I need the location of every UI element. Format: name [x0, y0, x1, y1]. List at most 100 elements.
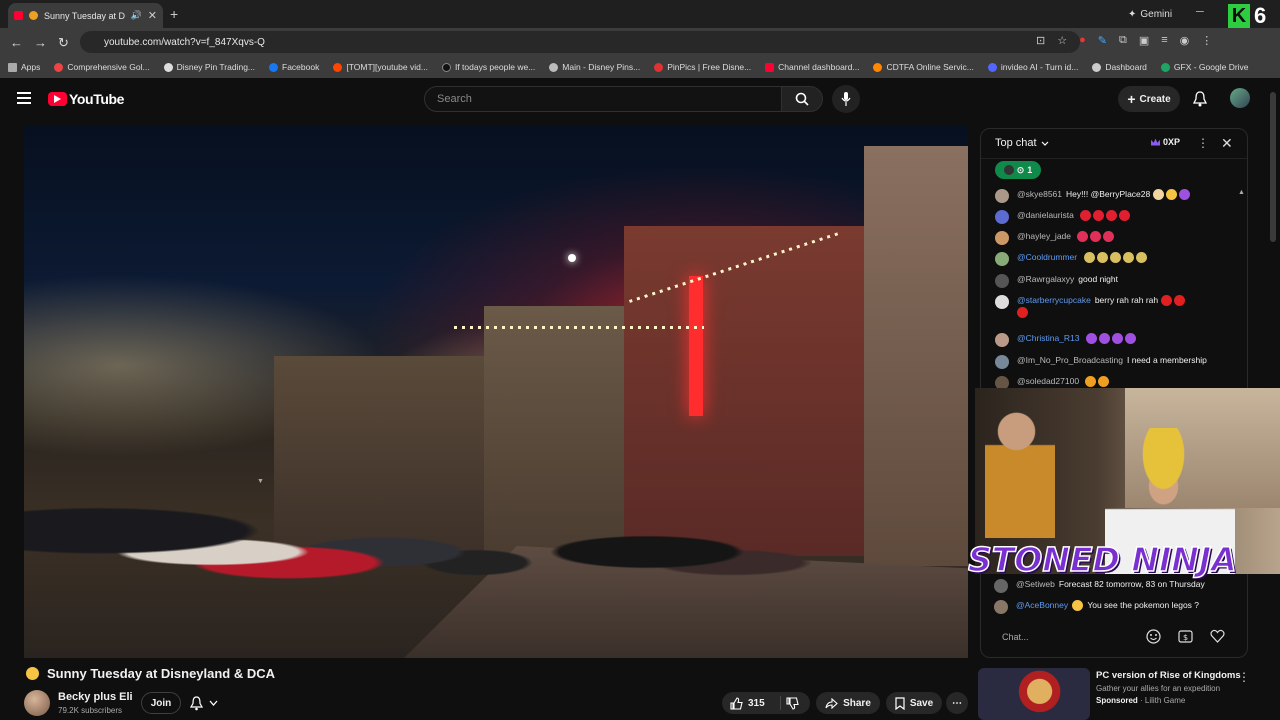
- bookmark-icon: [895, 696, 905, 710]
- chat-username[interactable]: @hayley_jade: [1017, 231, 1071, 241]
- chat-username[interactable]: @Rawrgalaxyy: [1017, 274, 1074, 284]
- menu-icon[interactable]: [17, 92, 31, 104]
- chat-username[interactable]: @Christina_R13: [1017, 333, 1080, 343]
- chat-username[interactable]: @danielaurista: [1017, 210, 1074, 220]
- url-bar[interactable]: youtube.com/watch?v=f_847Xqvs-Q: [80, 31, 1080, 53]
- bookmark-item[interactable]: Main - Disney Pins...: [549, 62, 640, 72]
- ad-title[interactable]: PC version of Rise of Kingdoms: [1096, 670, 1241, 681]
- chat-message: @Setiweb Forecast 82 tomorrow, 83 on Thur…: [994, 579, 1230, 593]
- ad-thumbnail[interactable]: [978, 668, 1090, 720]
- extension-red-icon[interactable]: ●: [1079, 34, 1086, 47]
- chat-username[interactable]: @starberrycupcake: [1017, 295, 1091, 305]
- thumbs-down-icon[interactable]: [786, 697, 799, 710]
- channel-avatar[interactable]: [24, 690, 50, 716]
- back-icon[interactable]: ←: [10, 35, 23, 50]
- youtube-header: YouTube Search + Create: [0, 80, 1280, 120]
- chat-username[interactable]: @Setiweb: [1016, 579, 1055, 589]
- reload-icon[interactable]: ↻: [58, 35, 69, 51]
- balloon-emoji-icon: [1106, 210, 1118, 222]
- browser-tab[interactable]: Sunny Tuesday at Disne 🔊 ✕: [8, 3, 163, 28]
- chat-message: @Rawrgalaxyy good night: [995, 274, 1231, 288]
- chat-more-icon[interactable]: ⋮: [1197, 136, 1209, 150]
- youtube-logo[interactable]: YouTube: [48, 91, 124, 107]
- chat-avatar: [995, 189, 1009, 203]
- chat-message: @AceBonney You see the pokemon legos ?: [994, 600, 1230, 614]
- heart-icon[interactable]: [1210, 629, 1225, 643]
- gemini-button[interactable]: ✦ Gemini: [1120, 5, 1180, 23]
- ad-more-icon[interactable]: ⋮: [1238, 670, 1250, 684]
- extension-translate-icon[interactable]: ✎: [1098, 34, 1107, 47]
- bookmark-favicon-icon: [1092, 62, 1102, 72]
- save-button[interactable]: Save: [886, 692, 942, 714]
- chat-messages: @skye8561 Hey!!! @BerryPlace28 @danielaur…: [981, 185, 1243, 391]
- chat-close-icon[interactable]: ✕: [1221, 135, 1233, 152]
- subscription-bell-button[interactable]: [190, 692, 230, 714]
- share-button[interactable]: Share: [816, 692, 880, 714]
- install-app-icon[interactable]: ⊡: [1036, 34, 1045, 47]
- tab-close-icon[interactable]: ✕: [148, 9, 157, 22]
- like-button[interactable]: 315: [722, 692, 810, 714]
- search-button[interactable]: [781, 86, 823, 112]
- sponsored-ad[interactable]: PC version of Rise of Kingdoms Gather yo…: [978, 668, 1250, 720]
- media-control-icon[interactable]: ≡: [1161, 34, 1167, 47]
- thumbs-up-icon: [730, 696, 743, 710]
- chat-scroll-down-icon[interactable]: ▼: [257, 478, 264, 485]
- bookmark-favicon-icon: [54, 62, 64, 72]
- bookmark-item[interactable]: PinPics | Free Disne...: [654, 62, 751, 72]
- chat-username[interactable]: @Im_No_Pro_Broadcasting: [1017, 355, 1123, 365]
- bookmark-item[interactable]: GFX - Google Drive: [1160, 62, 1249, 72]
- top-chat-dropdown[interactable]: Top chat: [995, 137, 1049, 149]
- xp-badge[interactable]: 0XP: [1151, 137, 1180, 147]
- emoji-icon[interactable]: [1146, 629, 1161, 644]
- bookmark-item[interactable]: Disney Pin Trading...: [163, 62, 255, 72]
- purple-heart-emoji-icon: [1085, 333, 1097, 345]
- face-emoji-icon: [1135, 252, 1147, 264]
- bookmark-star-icon[interactable]: ☆: [1057, 34, 1067, 47]
- chat-username[interactable]: @AceBonney: [1016, 600, 1068, 610]
- chat-username[interactable]: @skye8561: [1017, 189, 1062, 199]
- chat-header: Top chat 0XP ⋮ ✕: [981, 129, 1247, 159]
- new-tab-button[interactable]: +: [170, 6, 178, 22]
- chat-username[interactable]: @Cooldrummer: [1017, 252, 1077, 262]
- more-actions-button[interactable]: ⋯: [946, 692, 968, 714]
- account-avatar[interactable]: [1230, 88, 1250, 108]
- bookmark-item[interactable]: invideo AI - Turn id...: [987, 62, 1078, 72]
- join-button[interactable]: Join: [141, 692, 181, 714]
- bookmark-apps[interactable]: Apps: [8, 62, 40, 72]
- wave-emoji-icon: [1152, 189, 1164, 201]
- like-divider: [780, 696, 781, 710]
- channel-name[interactable]: Becky plus Eli: [58, 691, 133, 703]
- bookmark-item[interactable]: Dashboard: [1092, 62, 1147, 72]
- bookmark-item[interactable]: Comprehensive Gol...: [54, 62, 150, 72]
- top-chat-label: Top chat: [995, 137, 1037, 149]
- chat-input[interactable]: Chat...: [994, 626, 1134, 648]
- sponsored-label: Sponsored: [1096, 696, 1138, 705]
- speaker-icon[interactable]: 🔊: [131, 10, 142, 21]
- extensions-puzzle-icon[interactable]: ⧉: [1119, 34, 1127, 47]
- bookmark-favicon-icon: [987, 62, 997, 72]
- voice-search-button[interactable]: [832, 85, 860, 113]
- save-label: Save: [909, 697, 934, 709]
- video-player[interactable]: [24, 126, 968, 658]
- minimize-button[interactable]: –: [1196, 2, 1204, 18]
- share-label: Share: [843, 697, 871, 709]
- side-panel-icon[interactable]: ▣: [1139, 34, 1149, 47]
- bookmark-item[interactable]: CDTFA Online Servic...: [873, 62, 974, 72]
- forward-icon[interactable]: →: [34, 35, 47, 50]
- super-chat-icon[interactable]: $: [1178, 629, 1193, 644]
- browser-menu-icon[interactable]: ⋮: [1201, 34, 1212, 47]
- gemini-label: Gemini: [1140, 8, 1173, 20]
- search-input[interactable]: Search: [424, 86, 782, 112]
- profile-icon[interactable]: ◉: [1180, 34, 1190, 47]
- viewer-pill[interactable]: ⊙ 1: [995, 161, 1041, 179]
- chat-username[interactable]: @soledad27100: [1017, 376, 1079, 386]
- like-count: 315: [748, 697, 765, 709]
- bookmark-item[interactable]: [TOMT][youtube vid...: [333, 62, 428, 72]
- bookmark-item[interactable]: Channel dashboard...: [765, 62, 859, 72]
- notifications-bell-icon[interactable]: [1193, 91, 1207, 107]
- bookmark-item[interactable]: Facebook: [269, 62, 319, 72]
- chat-text: You see the pokemon legos ?: [1087, 600, 1200, 610]
- bookmark-item[interactable]: If todays people we...: [441, 62, 535, 72]
- page-scrollbar[interactable]: [1270, 92, 1276, 242]
- create-button[interactable]: + Create: [1118, 86, 1180, 112]
